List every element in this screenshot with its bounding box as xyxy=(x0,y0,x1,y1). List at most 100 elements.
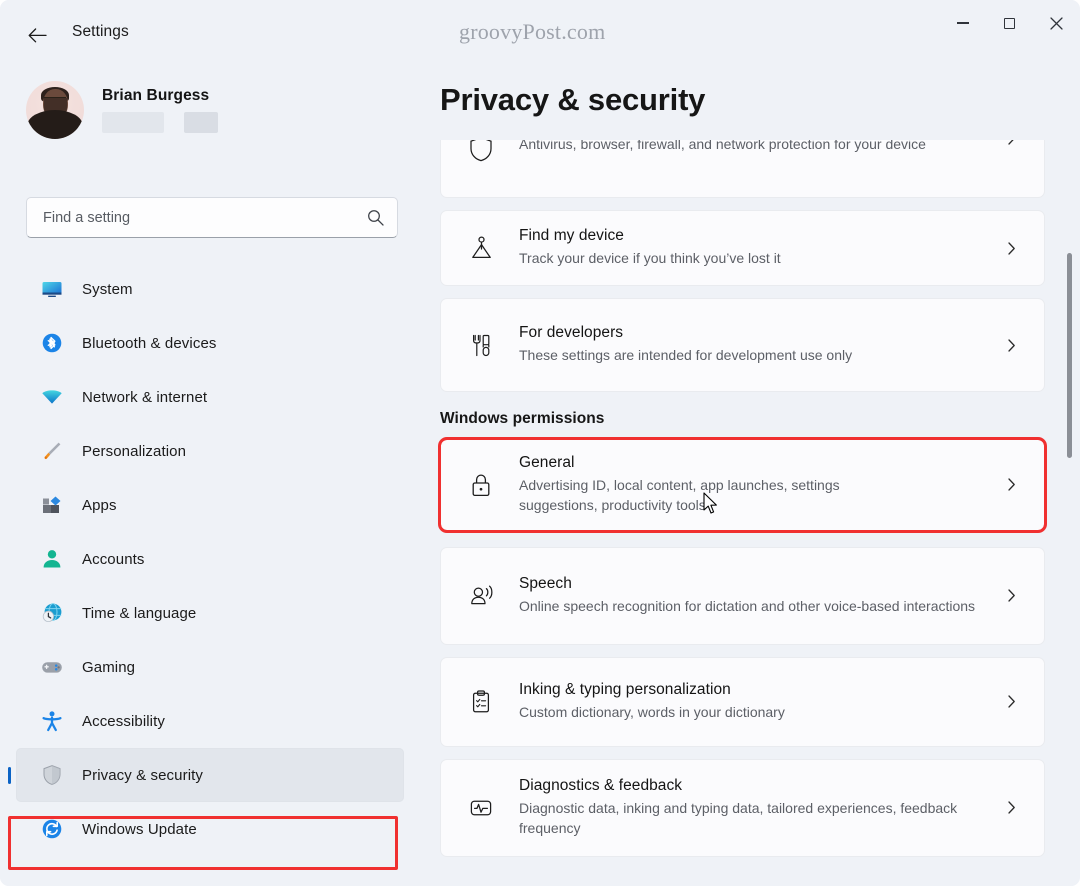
minimize-button[interactable] xyxy=(939,0,986,46)
update-icon xyxy=(40,818,63,841)
section-title-windows-permissions: Windows permissions xyxy=(440,410,605,427)
sidebar-item-label: System xyxy=(82,280,133,298)
sidebar-item-label: Network & internet xyxy=(82,388,208,406)
chevron-right-icon[interactable] xyxy=(998,695,1024,708)
paintbrush-icon xyxy=(40,440,63,463)
minimize-icon xyxy=(956,22,969,24)
shield-icon xyxy=(40,764,63,787)
sidebar-item-time-language[interactable]: Time & language xyxy=(16,586,404,640)
shield-outline-icon xyxy=(464,140,498,162)
pulse-icon xyxy=(464,795,498,821)
card-for-developers[interactable]: For developers These settings are intend… xyxy=(440,298,1045,392)
find-device-icon xyxy=(464,235,498,262)
settings-card-list: Antivirus, browser, firewall, and networ… xyxy=(420,140,1080,886)
card-description: Online speech recognition for dictation … xyxy=(519,597,976,614)
card-body: Antivirus, browser, firewall, and networ… xyxy=(498,140,998,154)
search-box[interactable] xyxy=(26,197,398,238)
sidebar-item-label: Time & language xyxy=(82,604,197,622)
close-button[interactable] xyxy=(1033,0,1080,46)
speech-icon xyxy=(464,582,498,609)
card-body: Speech Online speech recognition for dic… xyxy=(498,575,998,616)
account-block[interactable]: Brian Burgess xyxy=(26,81,218,139)
card-description: Antivirus, browser, firewall, and networ… xyxy=(519,140,926,152)
back-arrow-icon xyxy=(28,27,47,42)
sidebar-item-windows-update[interactable]: Windows Update xyxy=(16,802,404,856)
sidebar-item-network-internet[interactable]: Network & internet xyxy=(16,370,404,424)
window-controls xyxy=(939,0,1080,46)
sidebar-item-label: Privacy & security xyxy=(82,766,203,784)
sidebar-item-system[interactable]: System xyxy=(16,262,404,316)
sidebar-item-bluetooth-devices[interactable]: Bluetooth & devices xyxy=(16,316,404,370)
chevron-right-icon[interactable] xyxy=(998,478,1024,491)
sidebar-item-label: Apps xyxy=(82,496,117,514)
card-body: Diagnostics & feedback Diagnostic data, … xyxy=(498,777,998,839)
sidebar-item-label: Windows Update xyxy=(82,820,197,838)
sidebar-item-privacy-security[interactable]: Privacy & security xyxy=(8,748,404,802)
settings-window: Settings groovyPost.com Brian Burgess Fi… xyxy=(0,0,1080,886)
sidebar-nav: System Bluetooth & devices Network & int… xyxy=(0,262,420,856)
card-title: Diagnostics & feedback xyxy=(519,776,683,794)
chevron-right-icon[interactable] xyxy=(998,338,1024,352)
card-body: Find my device Track your device if you … xyxy=(498,227,998,268)
card-body: General Advertising ID, local content, a… xyxy=(498,454,998,516)
gamepad-icon xyxy=(40,656,63,679)
card-inking-typing-personalization[interactable]: Inking & typing personalization Custom d… xyxy=(440,656,1045,747)
card-diagnostics-feedback[interactable]: Diagnostics & feedback Diagnostic data, … xyxy=(440,758,1045,857)
sidebar-item-gaming[interactable]: Gaming xyxy=(16,640,404,694)
chevron-right-icon[interactable] xyxy=(998,241,1024,255)
main-content: Privacy & security Antivirus, browser, f… xyxy=(420,68,1080,886)
avatar-body xyxy=(27,110,83,139)
avatar xyxy=(26,81,84,139)
account-name: Brian Burgess xyxy=(102,87,210,104)
chevron-right-icon[interactable] xyxy=(998,140,1024,145)
scrollbar-thumb[interactable] xyxy=(1067,253,1072,458)
sidebar-item-label: Accounts xyxy=(82,550,145,568)
card-title: General xyxy=(519,454,575,471)
apps-icon xyxy=(40,494,63,517)
card-find-my-device[interactable]: Find my device Track your device if you … xyxy=(440,210,1045,286)
chevron-right-icon[interactable] xyxy=(998,801,1024,814)
sidebar-item-label: Bluetooth & devices xyxy=(82,334,217,352)
account-text: Brian Burgess xyxy=(102,87,218,133)
redacted-block-email xyxy=(102,112,164,133)
avatar-glasses xyxy=(44,96,66,102)
back-button[interactable] xyxy=(20,18,54,52)
card-windows-security[interactable]: Antivirus, browser, firewall, and networ… xyxy=(440,140,1045,198)
card-description: Custom dictionary, words in your diction… xyxy=(519,703,785,720)
window-title: Settings xyxy=(72,23,129,40)
card-description: Diagnostic data, inking and typing data,… xyxy=(519,799,958,837)
card-general[interactable]: General Advertising ID, local content, a… xyxy=(438,437,1047,533)
sidebar-item-label: Gaming xyxy=(82,658,136,676)
search-input[interactable] xyxy=(43,209,367,226)
clipboard-icon xyxy=(464,689,498,715)
card-description: Track your device if you think you’ve lo… xyxy=(519,250,781,267)
card-description: Advertising ID, local content, app launc… xyxy=(519,477,840,514)
maximize-icon xyxy=(1004,17,1015,29)
sidebar: Brian Burgess Find a setting System Blue… xyxy=(0,68,420,886)
sidebar-item-accounts[interactable]: Accounts xyxy=(16,532,404,586)
page-title: Privacy & security xyxy=(440,82,706,117)
redacted-block-secondary xyxy=(184,112,218,133)
chevron-right-icon[interactable] xyxy=(998,589,1024,602)
sidebar-item-apps[interactable]: Apps xyxy=(16,478,404,532)
developer-tools-icon xyxy=(464,332,498,359)
card-description: These settings are intended for developm… xyxy=(519,347,853,364)
card-title: For developers xyxy=(519,324,624,342)
card-body: For developers These settings are intend… xyxy=(498,324,998,365)
watermark: groovyPost.com xyxy=(459,19,606,44)
sidebar-item-personalization[interactable]: Personalization xyxy=(16,424,404,478)
sidebar-item-accessibility[interactable]: Accessibility xyxy=(16,694,404,748)
person-icon xyxy=(40,548,63,571)
card-body: Inking & typing personalization Custom d… xyxy=(498,681,998,722)
monitor-icon xyxy=(40,278,63,301)
close-icon xyxy=(1050,16,1063,30)
search-icon[interactable] xyxy=(367,209,384,226)
wifi-icon xyxy=(40,386,63,409)
content-scrollbar[interactable] xyxy=(1064,140,1075,880)
sidebar-item-label: Personalization xyxy=(82,442,187,460)
card-title: Inking & typing personalization xyxy=(519,680,731,698)
redacted-account-details xyxy=(102,112,218,133)
maximize-button[interactable] xyxy=(986,0,1033,46)
card-speech[interactable]: Speech Online speech recognition for dic… xyxy=(440,546,1045,645)
clock-globe-icon xyxy=(40,602,63,625)
